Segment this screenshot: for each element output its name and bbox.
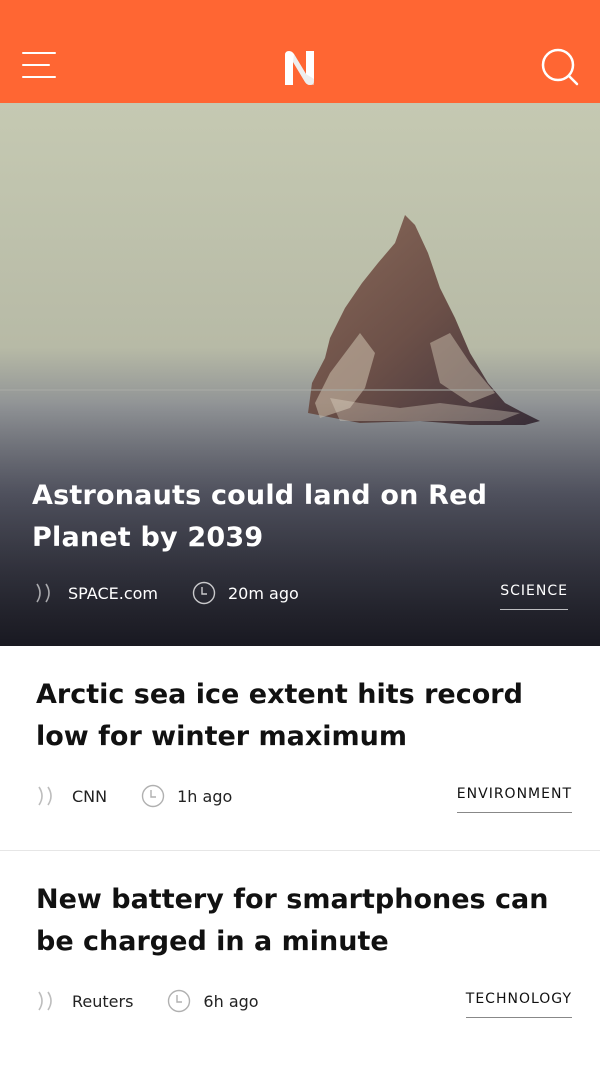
app-header — [0, 0, 600, 103]
source-icon — [38, 991, 52, 1011]
hero-image — [0, 103, 600, 646]
menu-button[interactable] — [22, 50, 58, 80]
article-item[interactable]: Arctic sea ice extent hits record low fo… — [0, 646, 600, 850]
article-time: 6h ago — [203, 991, 259, 1011]
featured-time: 20m ago — [227, 583, 299, 603]
source-icon — [38, 786, 52, 806]
app-logo[interactable] — [281, 49, 319, 87]
article-category-tag[interactable]: ENVIRONMENT — [456, 786, 572, 813]
clock-icon — [141, 784, 165, 808]
hamburger-menu-icon-line — [22, 64, 50, 66]
featured-meta: SPACE.com 20m ago — [34, 581, 299, 605]
article-item[interactable]: New battery for smartphones can be charg… — [0, 851, 600, 1068]
featured-title[interactable]: Astronauts could land on Red Planet by 2… — [32, 475, 577, 559]
hamburger-menu-icon-line — [22, 76, 56, 78]
search-icon[interactable] — [538, 46, 580, 88]
clock-icon — [168, 989, 191, 1013]
article-source[interactable]: CNN — [72, 787, 107, 806]
article-meta: Reuters 6h ago — [36, 989, 259, 1013]
article-title[interactable]: New battery for smartphones can be charg… — [36, 879, 576, 963]
article-category-tag[interactable]: TECHNOLOGY — [465, 991, 572, 1018]
featured-source[interactable]: SPACE.com — [68, 584, 158, 603]
featured-article[interactable]: Astronauts could land on Red Planet by 2… — [0, 103, 600, 646]
clock-icon — [192, 581, 216, 605]
article-meta: CNN 1h ago — [36, 784, 232, 808]
source-icon — [36, 583, 50, 603]
article-source[interactable]: Reuters — [72, 992, 133, 1011]
featured-category-tag[interactable]: SCIENCE — [500, 583, 568, 610]
article-time: 1h ago — [177, 786, 233, 806]
article-title[interactable]: Arctic sea ice extent hits record low fo… — [36, 674, 576, 758]
hamburger-menu-icon — [22, 52, 56, 54]
